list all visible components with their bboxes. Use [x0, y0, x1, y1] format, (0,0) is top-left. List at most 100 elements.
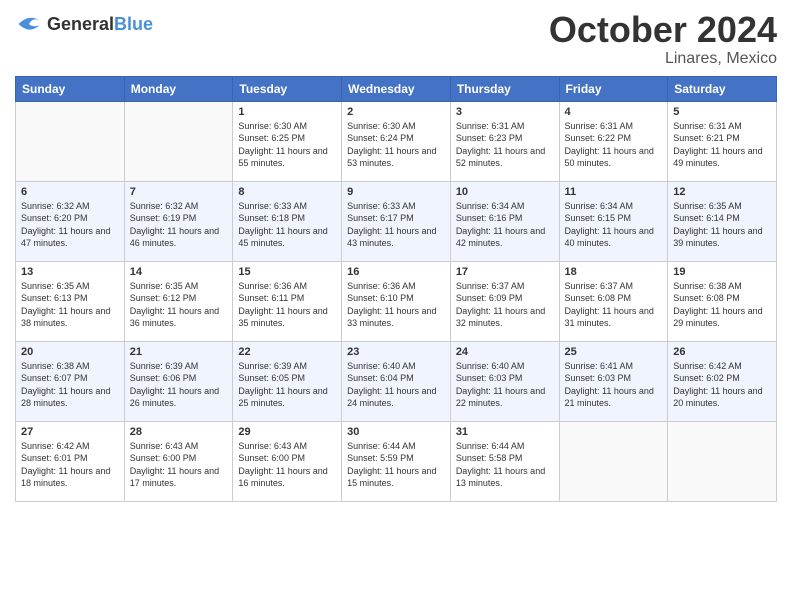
day-detail: Sunset: 6:07 PM: [21, 373, 88, 383]
day-detail: Sunrise: 6:43 AM: [130, 441, 199, 451]
day-info: Sunrise: 6:38 AMSunset: 6:08 PMDaylight:…: [673, 280, 771, 330]
table-row: 18 Sunrise: 6:37 AMSunset: 6:08 PMDayligh…: [559, 261, 668, 341]
table-row: 19Sunrise: 6:38 AMSunset: 6:08 PMDayligh…: [668, 261, 777, 341]
day-detail: Sunrise: 6:44 AM: [347, 441, 416, 451]
table-row: 4Sunrise: 6:31 AMSunset: 6:22 PMDaylight…: [559, 101, 668, 181]
day-detail: Daylight: 11 hours and 38 minutes.: [21, 306, 110, 329]
day-detail: Sunrise: 6:35 AM: [130, 281, 199, 291]
day-number: 2: [347, 106, 445, 118]
table-row: 24Sunrise: 6:40 AMSunset: 6:03 PMDayligh…: [450, 341, 559, 421]
table-row: 5Sunrise: 6:31 AMSunset: 6:21 PMDaylight…: [668, 101, 777, 181]
day-detail: Daylight: 11 hours and 46 minutes.: [130, 226, 219, 249]
day-number: 18: [565, 266, 663, 278]
day-info: Sunrise: 6:35 AMSunset: 6:12 PMDaylight:…: [130, 280, 228, 330]
day-detail: Sunrise: 6:40 AM: [347, 361, 416, 371]
day-detail: Sunset: 6:11 PM: [238, 293, 304, 303]
table-row: 10Sunrise: 6:34 AMSunset: 6:16 PMDayligh…: [450, 181, 559, 261]
table-row: 25Sunrise: 6:41 AMSunset: 6:03 PMDayligh…: [559, 341, 668, 421]
day-info: Sunrise: 6:30 AMSunset: 6:25 PMDaylight:…: [238, 120, 336, 170]
day-detail: Daylight: 11 hours and 25 minutes.: [238, 386, 327, 409]
day-detail: Sunset: 6:18 PM: [238, 213, 305, 223]
day-info: Sunrise: 6:43 AMSunset: 6:00 PMDaylight:…: [238, 440, 336, 490]
day-info: Sunrise: 6:32 AMSunset: 6:19 PMDaylight:…: [130, 200, 228, 250]
day-number: 21: [130, 346, 228, 358]
day-detail: Sunset: 6:00 PM: [238, 453, 305, 463]
day-info: Sunrise: 6:41 AMSunset: 6:03 PMDaylight:…: [565, 360, 663, 410]
day-number: 30: [347, 426, 445, 438]
day-detail: Daylight: 11 hours and 13 minutes.: [456, 466, 545, 489]
day-detail: Sunrise: 6:40 AM: [456, 361, 525, 371]
day-detail: Sunset: 6:08 PM: [673, 293, 740, 303]
day-number: 14: [130, 266, 228, 278]
day-detail: Sunset: 6:05 PM: [238, 373, 305, 383]
day-detail: Daylight: 11 hours and 28 minutes.: [21, 386, 110, 409]
day-detail: Daylight: 11 hours and 55 minutes.: [238, 146, 327, 169]
header-tuesday: Tuesday: [233, 76, 342, 101]
page: GeneralBlue October 2024 Linares, Mexico…: [0, 0, 792, 612]
day-detail: Daylight: 11 hours and 31 minutes.: [565, 306, 654, 329]
day-detail: Sunset: 6:17 PM: [347, 213, 414, 223]
day-detail: Sunrise: 6:31 AM: [673, 121, 742, 131]
day-detail: Daylight: 11 hours and 22 minutes.: [456, 386, 545, 409]
day-detail: Sunrise: 6:44 AM: [456, 441, 525, 451]
day-info: Sunrise: 6:37 AMSunset: 6:08 PMDaylight:…: [565, 280, 663, 330]
table-row: 11Sunrise: 6:34 AMSunset: 6:15 PMDayligh…: [559, 181, 668, 261]
day-number: 31: [456, 426, 554, 438]
day-detail: Sunrise: 6:30 AM: [347, 121, 416, 131]
table-row: 6Sunrise: 6:32 AMSunset: 6:20 PMDaylight…: [16, 181, 125, 261]
table-row: 30Sunrise: 6:44 AMSunset: 5:59 PMDayligh…: [342, 421, 451, 501]
day-info: Sunrise: 6:43 AM Sunset: 6:00 PM Daylight:…: [130, 440, 228, 490]
day-number: 9: [347, 186, 445, 198]
header-wednesday: Wednesday: [342, 76, 451, 101]
day-detail: Sunset: 5:59 PM: [347, 453, 414, 463]
day-number: 10: [456, 186, 554, 198]
day-detail: Daylight: 11 hours and 43 minutes.: [347, 226, 436, 249]
day-number: 16: [347, 266, 445, 278]
day-detail: Daylight: 11 hours and 17 minutes.: [130, 466, 219, 489]
day-number: 20: [21, 346, 119, 358]
logo: GeneralBlue: [15, 10, 153, 38]
table-row: 26Sunrise: 6:42 AMSunset: 6:02 PMDayligh…: [668, 341, 777, 421]
day-detail: Sunset: 6:24 PM: [347, 133, 414, 143]
day-detail: Sunrise: 6:42 AM: [673, 361, 742, 371]
header-friday: Friday: [559, 76, 668, 101]
table-row: 3Sunrise: 6:31 AMSunset: 6:23 PMDaylight…: [450, 101, 559, 181]
day-info: Sunrise: 6:40 AMSunset: 6:03 PMDaylight:…: [456, 360, 554, 410]
day-detail: Sunrise: 6:33 AM: [347, 201, 416, 211]
header-saturday: Saturday: [668, 76, 777, 101]
day-detail: Sunset: 6:13 PM: [21, 293, 88, 303]
logo-blue: Blue: [114, 14, 153, 34]
day-number: 27: [21, 426, 119, 438]
day-detail: Sunset: 6:00 PM: [130, 453, 197, 463]
day-number: 6: [21, 186, 119, 198]
day-detail: Daylight: 11 hours and 47 minutes.: [21, 226, 110, 249]
header-thursday: Thursday: [450, 76, 559, 101]
table-row: 27Sunrise: 6:42 AMSunset: 6:01 PMDayligh…: [16, 421, 125, 501]
day-detail: Sunrise: 6:38 AM: [673, 281, 742, 291]
logo-icon: [15, 10, 43, 38]
day-detail: Daylight: 11 hours and 26 minutes.: [130, 386, 219, 409]
day-detail: Sunset: 6:22 PM: [565, 133, 632, 143]
table-row: 20Sunrise: 6:38 AMSunset: 6:07 PMDayligh…: [16, 341, 125, 421]
table-row: 22Sunrise: 6:39 AMSunset: 6:05 PMDayligh…: [233, 341, 342, 421]
day-detail: Daylight: 11 hours and 35 minutes.: [238, 306, 327, 329]
day-detail: Daylight: 11 hours and 21 minutes.: [565, 386, 654, 409]
day-info: Sunrise: 6:34 AMSunset: 6:15 PMDaylight:…: [565, 200, 663, 250]
day-detail: Daylight: 11 hours and 36 minutes.: [130, 306, 219, 329]
calendar-week-row: 13Sunrise: 6:35 AMSunset: 6:13 PMDayligh…: [16, 261, 777, 341]
header: GeneralBlue October 2024 Linares, Mexico: [15, 10, 777, 68]
calendar-header-row: Sunday Monday Tuesday Wednesday Thursday…: [16, 76, 777, 101]
table-row: 1 Sunrise: 6:30 AMSunset: 6:25 PMDaylight…: [233, 101, 342, 181]
day-number: 1: [238, 106, 336, 118]
day-detail: Sunset: 6:06 PM: [130, 373, 197, 383]
day-detail: Daylight: 11 hours and 18 minutes.: [21, 466, 110, 489]
table-row: 12Sunrise: 6:35 AMSunset: 6:14 PMDayligh…: [668, 181, 777, 261]
day-detail: Sunset: 6:21 PM: [673, 133, 740, 143]
day-info: Sunrise: 6:36 AMSunset: 6:10 PMDaylight:…: [347, 280, 445, 330]
day-detail: Daylight: 11 hours and 42 minutes.: [456, 226, 545, 249]
day-number: 5: [673, 106, 771, 118]
day-number: 19: [673, 266, 771, 278]
day-detail: Sunset: 6:08 PM: [565, 293, 632, 303]
calendar-week-row: 27Sunrise: 6:42 AMSunset: 6:01 PMDayligh…: [16, 421, 777, 501]
day-number: 23: [347, 346, 445, 358]
